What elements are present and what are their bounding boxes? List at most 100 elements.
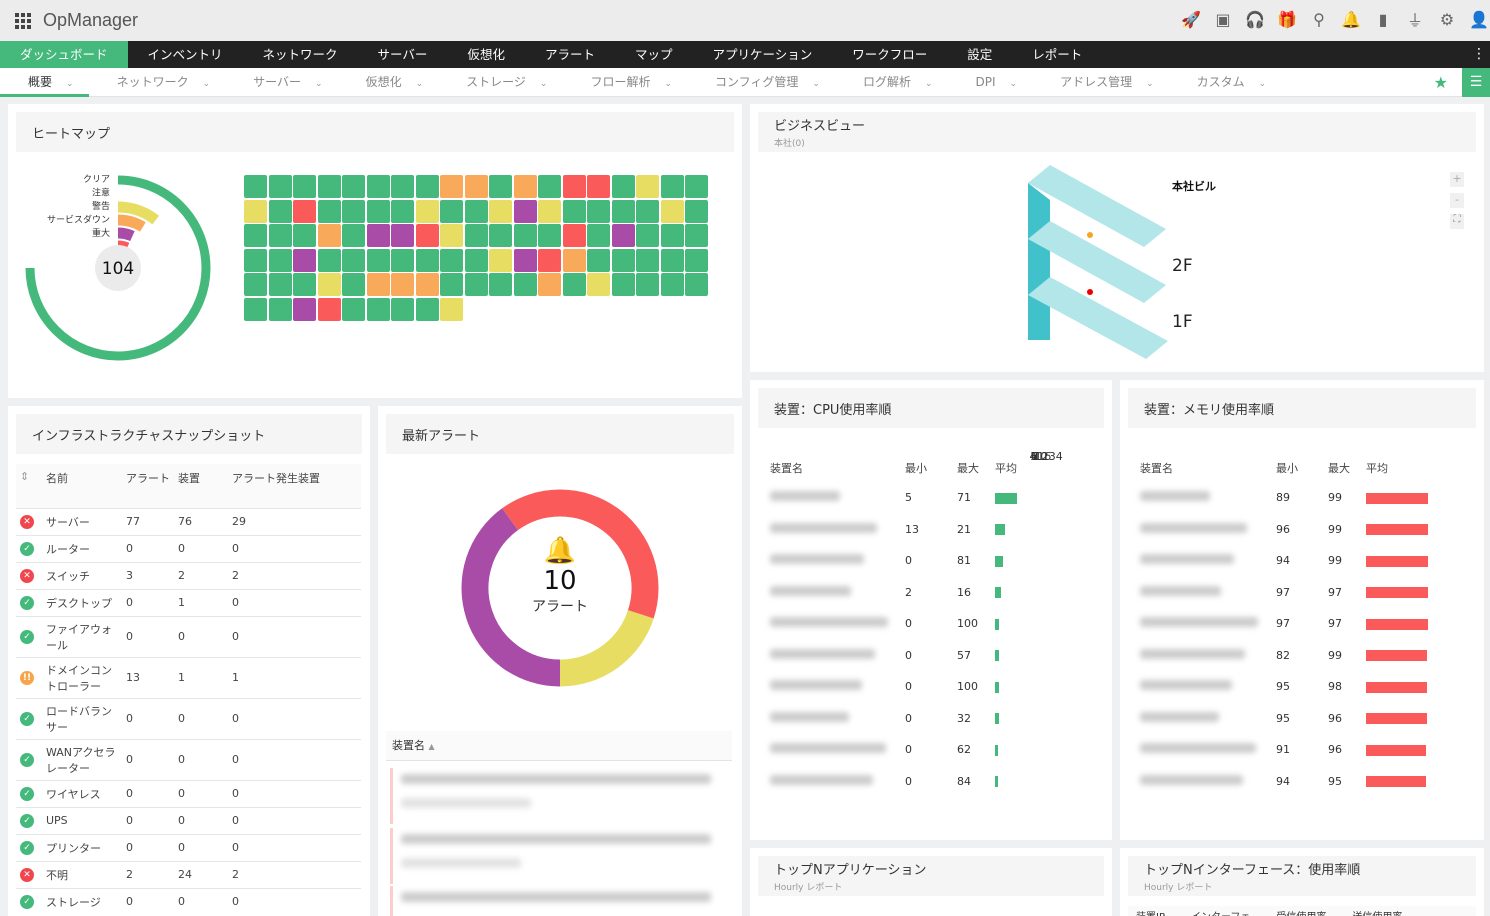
alerted-device-count[interactable]: 0 [228, 887, 361, 915]
heatmap-cell-clear[interactable] [366, 248, 390, 272]
table-row[interactable]: ✓ ロードバランサー 0 0 0 [16, 697, 361, 739]
sort-icon[interactable]: ▲ [429, 742, 435, 751]
heatmap-cell-clear[interactable] [244, 248, 267, 272]
subnav-tab[interactable]: カスタム ⌄ [1169, 68, 1282, 97]
device-name-redacted[interactable] [1140, 617, 1258, 628]
nav-tab[interactable]: アラート [525, 41, 615, 68]
heatmap-cell-clear[interactable] [562, 199, 586, 223]
more-icon[interactable]: ⋮ [1472, 46, 1486, 62]
heatmap-cell-clear[interactable] [244, 273, 267, 296]
heatmap-cell-service_down[interactable] [513, 199, 537, 223]
alert-count[interactable]: 0 [122, 697, 174, 739]
subnav-tab[interactable]: ストレージ ⌄ [438, 68, 562, 97]
film-icon[interactable]: ▮ [1372, 8, 1394, 30]
device-count[interactable]: 0 [174, 738, 228, 780]
chevron-down-icon[interactable]: ⌄ [664, 79, 672, 89]
table-row[interactable]: 959896 [1136, 671, 1472, 703]
nav-tab[interactable]: レポート [1012, 41, 1102, 68]
table-row[interactable]: 919694 [1136, 734, 1472, 766]
table-row[interactable]: ✓ ルーター 0 0 0 [16, 534, 361, 562]
alerted-device-count[interactable]: 0 [228, 779, 361, 807]
category-name[interactable]: ロードバランサー [42, 697, 122, 739]
device-count[interactable]: 24 [174, 860, 228, 888]
column-header[interactable]: インターフェ [1191, 908, 1250, 916]
heatmap-cell-clear[interactable] [611, 248, 635, 272]
heatmap-cell-attention[interactable] [636, 175, 659, 198]
device-count[interactable]: 0 [174, 697, 228, 739]
heatmap-cell-service_down[interactable] [293, 297, 316, 321]
bell-icon[interactable]: 🔔 [1340, 8, 1362, 30]
heatmap-cell-critical[interactable] [587, 175, 610, 198]
alert-count[interactable]: 3 [122, 561, 174, 589]
alerted-device-count[interactable]: 0 [228, 806, 361, 834]
heatmap-cell-clear[interactable] [636, 248, 659, 272]
heatmap-cell-trouble[interactable] [538, 273, 561, 296]
heatmap-cell-clear[interactable] [587, 199, 610, 223]
heatmap-cell-clear[interactable] [685, 273, 708, 296]
chevron-down-icon[interactable]: ⌄ [540, 79, 548, 89]
device-name-redacted[interactable] [770, 522, 877, 533]
favorite-star-icon[interactable]: ★ [1434, 73, 1448, 92]
device-name-redacted[interactable] [770, 680, 862, 691]
alerted-device-count[interactable]: 0 [228, 615, 361, 657]
category-name[interactable]: UPS [42, 806, 122, 834]
heatmap-cell-clear[interactable] [391, 248, 414, 272]
heatmap-cell-clear[interactable] [293, 273, 316, 296]
alert-count[interactable]: 0 [122, 588, 174, 616]
heatmap-cell-attention[interactable] [587, 273, 610, 296]
heatmap-cell-clear[interactable] [244, 224, 267, 247]
alert-count[interactable]: 0 [122, 833, 174, 861]
heatmap-cell-service_down[interactable] [513, 248, 537, 272]
heatmap-cell-clear[interactable] [562, 273, 586, 296]
heatmap-cell-clear[interactable] [268, 248, 292, 272]
heatmap-cell-clear[interactable] [366, 297, 390, 321]
heatmap-cell-clear[interactable] [636, 273, 659, 296]
table-row[interactable]: ✓ ファイアウォール 0 0 0 [16, 615, 361, 657]
heatmap-cell-clear[interactable] [489, 273, 512, 296]
heatmap-cell-critical[interactable] [317, 297, 341, 321]
heatmap-cell-clear[interactable] [587, 224, 610, 247]
device-name-redacted[interactable] [1140, 522, 1247, 533]
alerted-device-count[interactable]: 29 [228, 507, 361, 535]
alert-count[interactable]: 0 [122, 738, 174, 780]
presentation-icon[interactable]: ▣ [1212, 8, 1234, 30]
heatmap-cell-service_down[interactable] [391, 224, 414, 247]
heatmap-cell-clear[interactable] [415, 297, 439, 321]
heatmap-cell-clear[interactable] [366, 199, 390, 223]
device-name-redacted[interactable] [1140, 680, 1232, 691]
alerted-device-count[interactable]: 0 [228, 588, 361, 616]
heatmap-cell-critical[interactable] [562, 175, 586, 198]
column-header[interactable]: 最大 [1324, 454, 1362, 482]
heatmap-cell-attention[interactable] [538, 199, 561, 223]
heatmap-cell-clear[interactable] [440, 248, 463, 272]
column-header[interactable]: 最大 [953, 454, 991, 482]
heatmap-cell-attention[interactable] [489, 248, 512, 272]
device-name-redacted[interactable] [1140, 648, 1245, 659]
alert-count[interactable]: 13 [122, 656, 174, 698]
device-name-redacted[interactable] [1140, 554, 1234, 565]
chevron-down-icon[interactable]: ⌄ [1146, 79, 1154, 89]
category-name[interactable]: ストレージ [42, 887, 122, 915]
heatmap-cell-clear[interactable] [464, 199, 488, 223]
device-name-redacted[interactable] [1140, 743, 1256, 754]
heatmap-cell-clear[interactable] [342, 175, 365, 198]
table-row[interactable]: 0 57 7 [766, 450, 1101, 672]
heatmap-cell-clear[interactable] [342, 273, 365, 296]
device-count[interactable]: 0 [174, 615, 228, 657]
column-header[interactable]: アラート発生装置 [228, 464, 361, 508]
alerted-device-count[interactable]: 0 [228, 534, 361, 562]
device-count[interactable]: 0 [174, 887, 228, 915]
chevron-down-icon[interactable]: ⌄ [1259, 79, 1267, 89]
heatmap-cell-trouble[interactable] [562, 248, 586, 272]
heatmap-cell-clear[interactable] [636, 224, 659, 247]
heatmap-cell-clear[interactable] [538, 175, 561, 198]
gift-icon[interactable]: 🎁 [1276, 8, 1298, 30]
heatmap-cell-clear[interactable] [366, 175, 390, 198]
rocket-icon[interactable]: 🚀 [1180, 8, 1202, 30]
table-row[interactable]: ✓ ワイヤレス 0 0 0 [16, 779, 361, 807]
subnav-tab[interactable]: サーバー ⌄ [225, 68, 337, 97]
heatmap-cell-clear[interactable] [391, 175, 414, 198]
heatmap-cell-clear[interactable] [489, 175, 512, 198]
alert-row[interactable] [390, 768, 720, 824]
alerted-device-count[interactable]: 2 [228, 860, 361, 888]
